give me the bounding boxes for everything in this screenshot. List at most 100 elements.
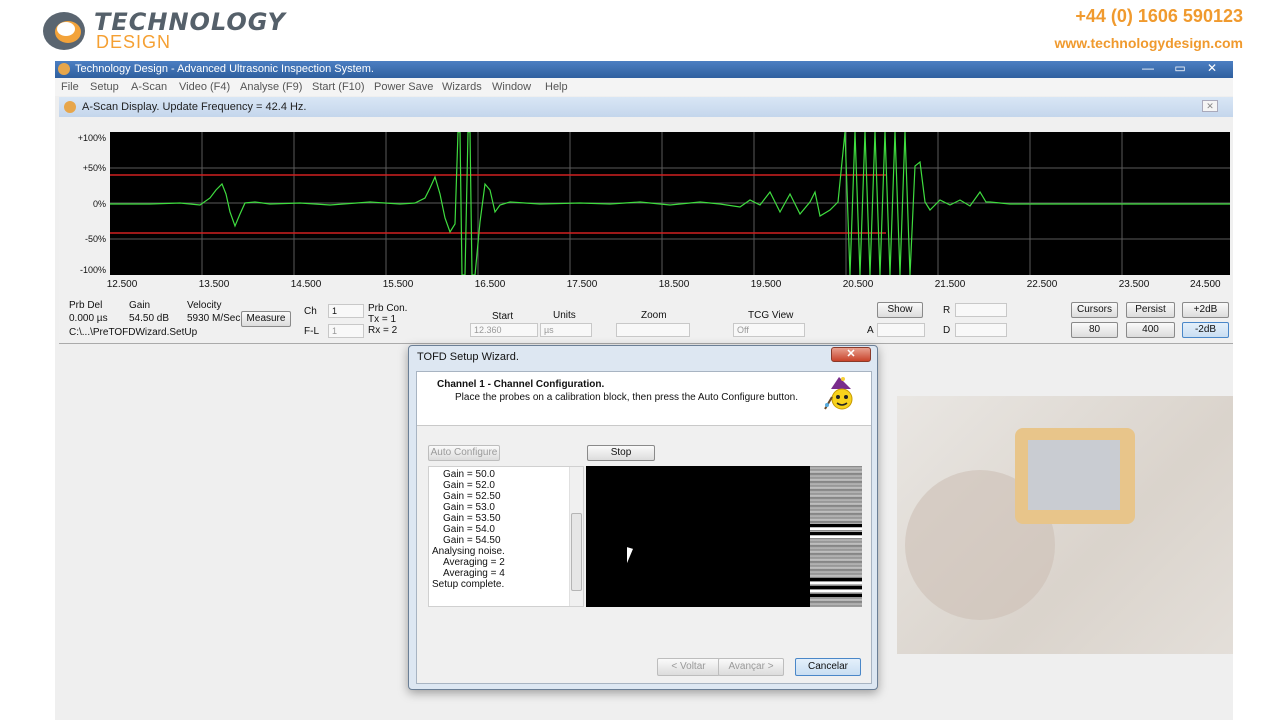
r-value-field: [955, 303, 1007, 317]
contact-block: +44 (0) 1606 590123 www.technologydesign…: [1054, 6, 1243, 51]
y-tick-label: -100%: [79, 265, 106, 275]
gain-label: Gain: [129, 300, 151, 311]
log-line: Setup complete.: [432, 579, 505, 590]
log-line: Gain = 53.0: [443, 502, 495, 513]
button-400[interactable]: 400: [1126, 322, 1175, 338]
brand-logo: TECHNOLOGY DESIGN: [42, 8, 292, 54]
log-line: Gain = 52.0: [443, 480, 495, 491]
website-link[interactable]: www.technologydesign.com: [1054, 35, 1243, 51]
minimize-icon[interactable]: —: [1135, 61, 1161, 75]
start-input[interactable]: 12.360: [470, 323, 538, 337]
log-line: Averaging = 2: [443, 557, 505, 568]
units-label: Units: [553, 310, 576, 321]
menu-start[interactable]: Start (F10): [312, 81, 365, 93]
wizard-heading: Channel 1 - Channel Configuration.: [437, 379, 605, 390]
wizard-body: Channel 1 - Channel Configuration. Place…: [416, 371, 872, 684]
next-button[interactable]: Avançar >: [718, 658, 784, 676]
gain-value: 54.50 dB: [129, 313, 170, 324]
tofd-setup-wizard-dialog: TOFD Setup Wizard. ✕ Channel 1 - Channel…: [408, 345, 878, 690]
zoom-select[interactable]: [616, 323, 690, 337]
x-tick-label: 18.500: [658, 279, 690, 290]
menu-analyse[interactable]: Analyse (F9): [240, 81, 302, 93]
log-scrollbar-thumb[interactable]: [571, 513, 582, 591]
y-tick-label: -50%: [84, 234, 106, 244]
start-label: Start: [492, 311, 514, 322]
units-select[interactable]: µs: [540, 323, 592, 337]
y-tick-label: +100%: [77, 133, 106, 143]
plus-2db-button[interactable]: +2dB: [1182, 302, 1229, 318]
show-button[interactable]: Show: [877, 302, 923, 318]
menu-video[interactable]: Video (F4): [179, 81, 230, 93]
x-tick-label: 19.500: [750, 279, 782, 290]
logo-icon: [43, 12, 85, 50]
prb-del-value: 0.000 µs: [69, 313, 108, 324]
setup-file-path: C:\...\PreTOFDWizard.SetUp: [69, 327, 198, 338]
rx-label: Rx = 2: [368, 325, 398, 336]
fl-label: F-L: [304, 326, 319, 337]
log-line: Analysing noise.: [432, 546, 505, 557]
wizard-log-list[interactable]: Gain = 50.0 Gain = 52.0 Gain = 52.50 Gai…: [428, 466, 584, 607]
ascan-title-bar: A-Scan Display. Update Frequency = 42.4 …: [59, 97, 1233, 117]
fl-stepper[interactable]: 1: [328, 324, 364, 338]
close-icon[interactable]: ✕: [1199, 61, 1225, 75]
x-tick-label: 14.500: [290, 279, 322, 290]
x-tick-label: 15.500: [382, 279, 414, 290]
ascan-window-icon: [64, 101, 76, 113]
menu-bar: File Setup A-Scan Video (F4) Analyse (F9…: [55, 78, 1233, 96]
ch-label: Ch: [304, 306, 317, 317]
log-line: Gain = 52.50: [443, 491, 501, 502]
wizard-title: TOFD Setup Wizard.: [417, 351, 519, 363]
zoom-label: Zoom: [641, 310, 667, 321]
y-tick-label: 0%: [92, 199, 106, 209]
wizard-mascot-icon: [824, 377, 853, 410]
minus-2db-button[interactable]: -2dB: [1182, 322, 1229, 338]
bscan-preview: [586, 466, 862, 607]
cancel-button[interactable]: Cancelar: [795, 658, 861, 676]
wizard-close-icon[interactable]: ✕: [831, 347, 871, 362]
ch-stepper[interactable]: 1: [328, 304, 364, 318]
prb-con-label: Prb Con.: [368, 303, 408, 314]
measure-button[interactable]: Measure: [241, 311, 291, 327]
d-label: D: [943, 325, 951, 336]
y-tick-label: +50%: [82, 163, 106, 173]
window-controls: — ▭ ✕: [1135, 61, 1225, 75]
menu-ascan[interactable]: A-Scan: [131, 81, 167, 93]
app-icon: [58, 63, 70, 75]
tcg-view-select[interactable]: Off: [733, 323, 805, 337]
r-label: R: [943, 305, 951, 316]
x-tick-label: 22.500: [1026, 279, 1058, 290]
log-line: Gain = 53.50: [443, 513, 501, 524]
ascan-close-icon[interactable]: ✕: [1202, 100, 1218, 112]
a-label: A: [867, 325, 874, 336]
wizard-instruction: Place the probes on a calibration block,…: [455, 392, 798, 403]
menu-wizards[interactable]: Wizards: [442, 81, 482, 93]
menu-setup[interactable]: Setup: [90, 81, 119, 93]
app-title: Technology Design - Advanced Ultrasonic …: [75, 63, 374, 75]
tx-label: Tx = 1: [368, 314, 397, 325]
maximize-icon[interactable]: ▭: [1167, 61, 1193, 75]
stop-button[interactable]: Stop: [587, 445, 655, 461]
mouse-pointer-icon: [627, 544, 633, 564]
log-line: Gain = 50.0: [443, 469, 495, 480]
x-tick-label: 17.500: [566, 279, 598, 290]
cursors-button[interactable]: Cursors: [1071, 302, 1118, 318]
log-scrollbar[interactable]: [569, 467, 583, 606]
log-line: Averaging = 4: [443, 568, 505, 579]
menu-help[interactable]: Help: [545, 81, 568, 93]
x-tick-label: 12.500: [106, 279, 138, 290]
button-80[interactable]: 80: [1071, 322, 1118, 338]
app-title-bar: Technology Design - Advanced Ultrasonic …: [55, 61, 1233, 78]
x-tick-label: 23.500: [1118, 279, 1150, 290]
menu-power-save[interactable]: Power Save: [374, 81, 433, 93]
x-tick-label: 21.500: [934, 279, 966, 290]
persist-button[interactable]: Persist: [1126, 302, 1175, 318]
x-tick-label: 13.500: [198, 279, 230, 290]
back-button[interactable]: < Voltar: [657, 658, 720, 676]
velocity-label: Velocity: [187, 300, 222, 311]
background-photo-screen: [1028, 440, 1120, 510]
auto-configure-button[interactable]: Auto Configure: [428, 445, 500, 461]
menu-window[interactable]: Window: [492, 81, 531, 93]
ascan-scope[interactable]: [110, 132, 1230, 275]
a-value-field: [877, 323, 925, 337]
menu-file[interactable]: File: [61, 81, 79, 93]
